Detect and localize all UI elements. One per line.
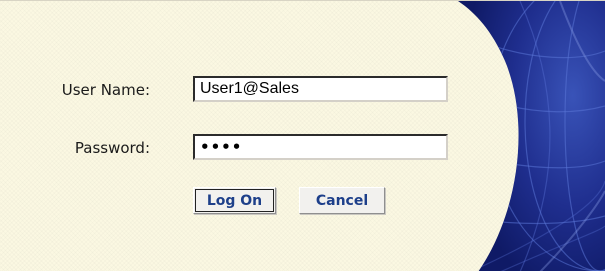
username-label: User Name: (61, 81, 150, 99)
password-row: Password: (0, 134, 605, 160)
cancel-button[interactable]: Cancel (299, 187, 385, 214)
password-label: Password: (74, 139, 150, 157)
password-input[interactable] (193, 134, 448, 160)
username-input[interactable] (193, 76, 448, 102)
username-row: User Name: (0, 76, 605, 102)
login-dialog: User Name: Password: Log On Cancel (0, 0, 605, 271)
log-on-button[interactable]: Log On (193, 187, 276, 214)
